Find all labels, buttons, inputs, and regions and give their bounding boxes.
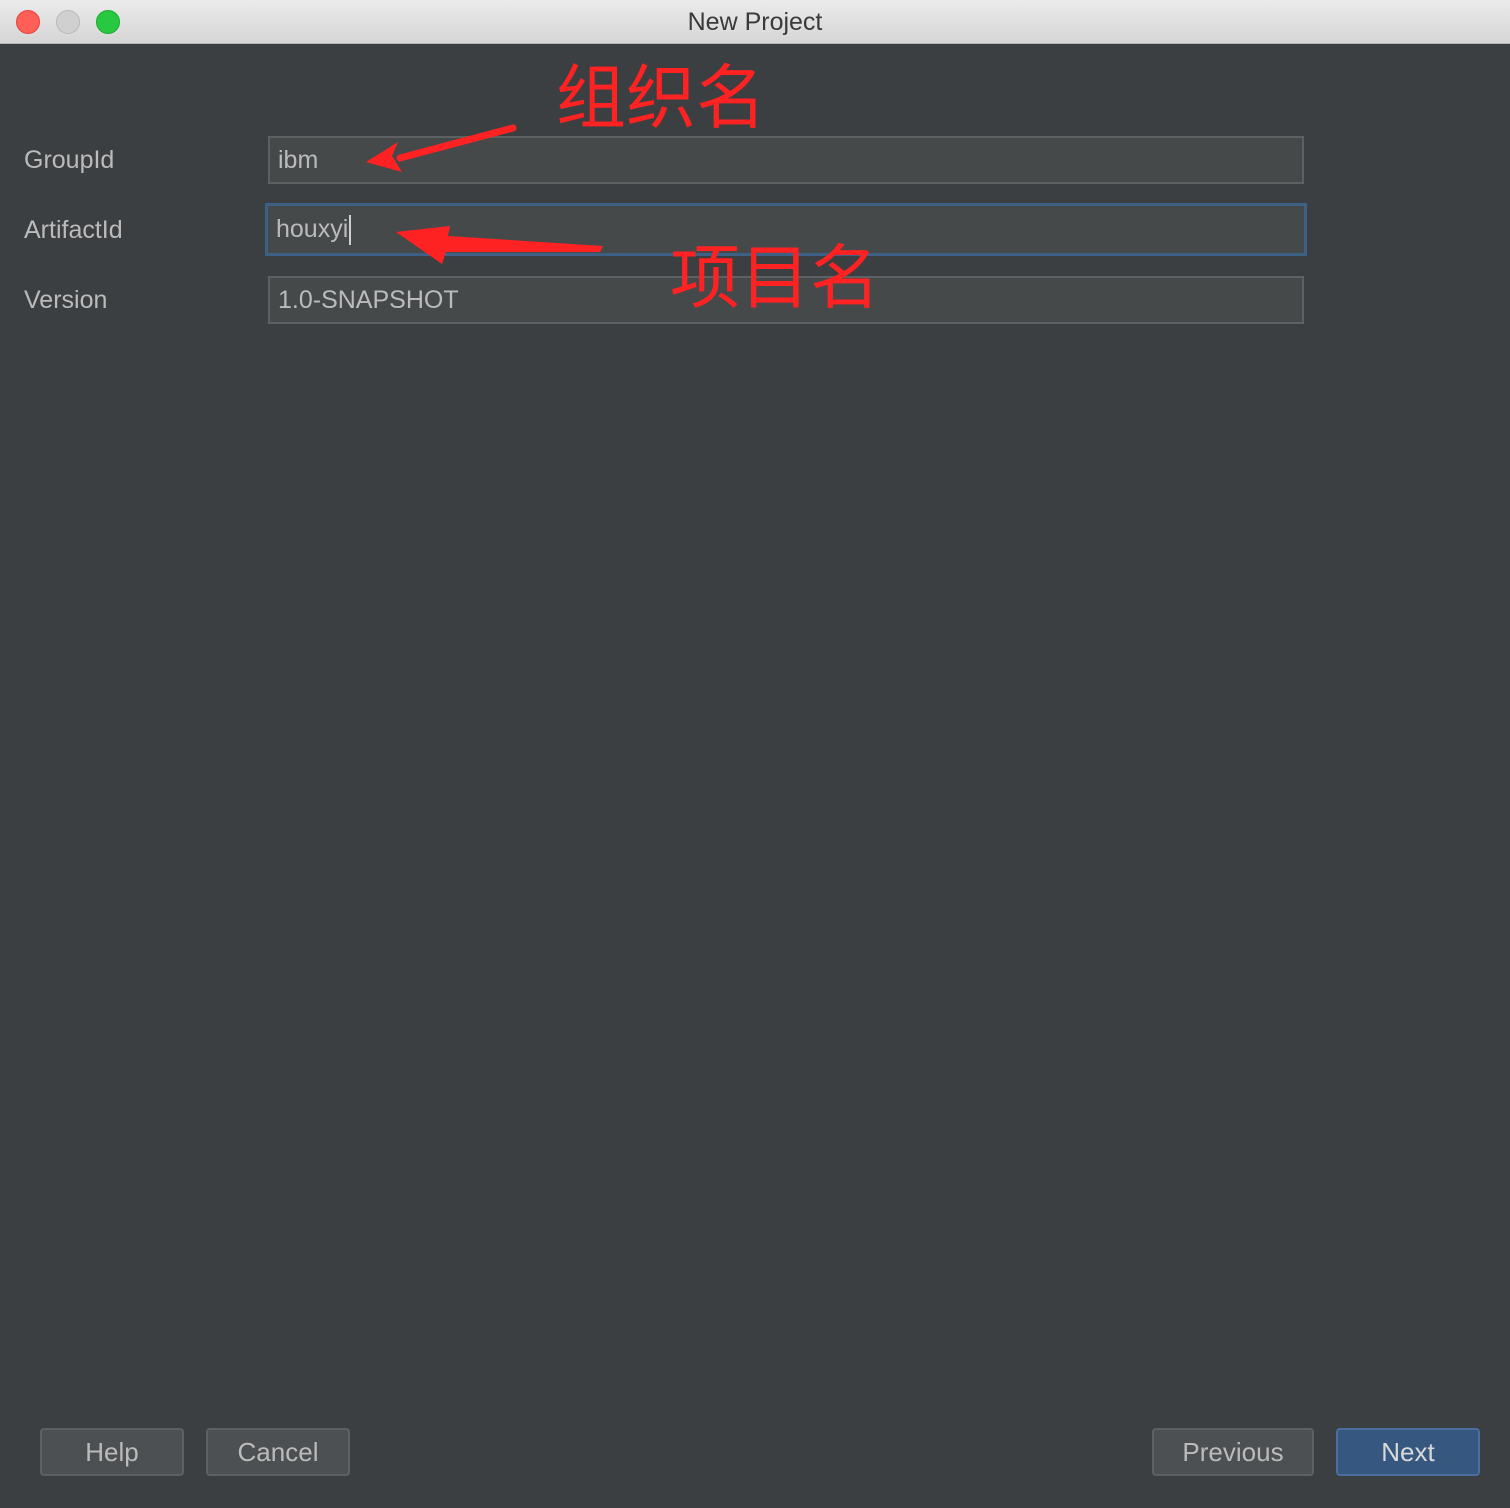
cancel-button[interactable]: Cancel [206, 1428, 350, 1476]
group-id-label: GroupId [24, 146, 115, 174]
window-title: New Project [687, 8, 823, 36]
version-value: 1.0-SNAPSHOT [278, 286, 459, 314]
new-project-dialog: New Project GroupId ibm ArtifactId houxy… [0, 0, 1510, 1508]
title-bar: New Project [0, 0, 1510, 44]
artifact-id-value: houxyi [276, 215, 349, 243]
next-button[interactable]: Next [1336, 1428, 1480, 1476]
artifact-annotation-text: 项目名 [670, 237, 880, 319]
artifact-id-label: ArtifactId [24, 216, 123, 244]
text-caret [349, 215, 352, 246]
group-id-value: ibm [278, 146, 319, 174]
version-label: Version [24, 286, 108, 314]
group-id-field[interactable]: ibm [268, 136, 1304, 184]
help-button[interactable]: Help [40, 1428, 184, 1476]
previous-button[interactable]: Previous [1152, 1428, 1314, 1476]
group-annotation-text: 组织名 [556, 57, 766, 139]
